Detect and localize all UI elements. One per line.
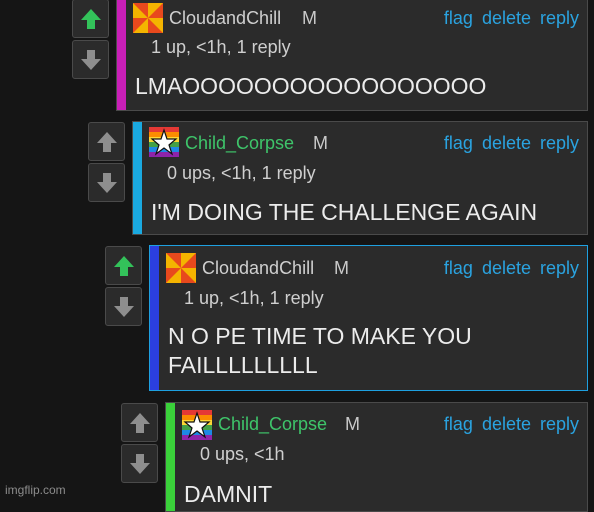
- delete-link[interactable]: delete: [482, 414, 531, 435]
- upvote-button[interactable]: [105, 246, 142, 285]
- comment-text: DAMNIT: [184, 481, 273, 507]
- flag-link[interactable]: flag: [444, 8, 473, 29]
- comment-actions: flag delete reply: [444, 258, 579, 279]
- comment-meta: 1 up, <1h, 1 reply: [184, 288, 324, 308]
- comment-actions: flag delete reply: [444, 8, 579, 29]
- pinwheel-avatar-icon[interactable]: [133, 3, 163, 33]
- comment-meta: 0 ups, <1h, 1 reply: [167, 163, 316, 183]
- gender-label: M: [302, 8, 317, 28]
- upvote-button[interactable]: [88, 122, 125, 161]
- comment-card: Child_Corpse M flag delete reply 0 ups, …: [132, 121, 588, 235]
- vote-controls: [121, 403, 158, 483]
- arrow-down-icon: [129, 453, 150, 474]
- arrow-up-icon: [96, 131, 117, 152]
- pinwheel-avatar-icon[interactable]: [166, 253, 196, 283]
- comment-text-line: N O PE TIME TO MAKE YOU: [168, 323, 472, 349]
- arrow-down-icon: [80, 49, 101, 70]
- reply-link[interactable]: reply: [540, 258, 579, 279]
- downvote-button[interactable]: [105, 287, 142, 326]
- username-link[interactable]: CloudandChill: [169, 8, 281, 29]
- thread-depth-stripe: [117, 0, 126, 110]
- delete-link[interactable]: delete: [482, 8, 531, 29]
- vote-controls: [105, 246, 142, 326]
- arrow-up-icon: [113, 255, 134, 276]
- vote-controls: [88, 122, 125, 202]
- arrow-down-icon: [96, 172, 117, 193]
- arrow-down-icon: [113, 296, 134, 317]
- comment-text-line: FAILLLLLLLLL: [168, 352, 318, 378]
- comment-text: N O PE TIME TO MAKE YOU FAILLLLLLLLL: [168, 322, 472, 380]
- gender-label: M: [334, 258, 349, 278]
- reply-link[interactable]: reply: [540, 414, 579, 435]
- comment-card: Child_Corpse M flag delete reply 0 ups, …: [165, 402, 588, 512]
- flag-link[interactable]: flag: [444, 133, 473, 154]
- flag-link[interactable]: flag: [444, 414, 473, 435]
- username-link[interactable]: Child_Corpse: [218, 414, 327, 435]
- vote-controls: [72, 0, 109, 79]
- comment-actions: flag delete reply: [444, 133, 579, 154]
- rainbow-star-avatar-icon[interactable]: [182, 410, 212, 440]
- thread-depth-stripe: [150, 246, 159, 390]
- downvote-button[interactable]: [121, 444, 158, 483]
- comment-meta: 1 up, <1h, 1 reply: [151, 37, 291, 57]
- thread-depth-stripe: [133, 122, 142, 234]
- flag-link[interactable]: flag: [444, 258, 473, 279]
- delete-link[interactable]: delete: [482, 133, 531, 154]
- reply-link[interactable]: reply: [540, 8, 579, 29]
- comment-meta: 0 ups, <1h: [200, 444, 285, 464]
- rainbow-star-avatar-icon[interactable]: [149, 127, 179, 157]
- thread-depth-stripe: [166, 403, 175, 511]
- arrow-up-icon: [80, 8, 101, 29]
- downvote-button[interactable]: [88, 163, 125, 202]
- gender-label: M: [313, 133, 328, 153]
- comment-card: CloudandChill M flag delete reply 1 up, …: [116, 0, 588, 111]
- gender-label: M: [345, 414, 360, 434]
- comment-text: LMAOOOOOOOOOOOOOOOOO: [135, 73, 487, 99]
- comment-actions: flag delete reply: [444, 414, 579, 435]
- watermark: imgflip.com: [5, 483, 66, 497]
- username-link[interactable]: Child_Corpse: [185, 133, 294, 154]
- upvote-button[interactable]: [72, 0, 109, 38]
- comment-text: I'M DOING THE CHALLENGE AGAIN: [151, 199, 538, 225]
- username-link[interactable]: CloudandChill: [202, 258, 314, 279]
- reply-link[interactable]: reply: [540, 133, 579, 154]
- downvote-button[interactable]: [72, 40, 109, 79]
- arrow-up-icon: [129, 412, 150, 433]
- comment-card: CloudandChill M flag delete reply 1 up, …: [149, 245, 588, 391]
- upvote-button[interactable]: [121, 403, 158, 442]
- delete-link[interactable]: delete: [482, 258, 531, 279]
